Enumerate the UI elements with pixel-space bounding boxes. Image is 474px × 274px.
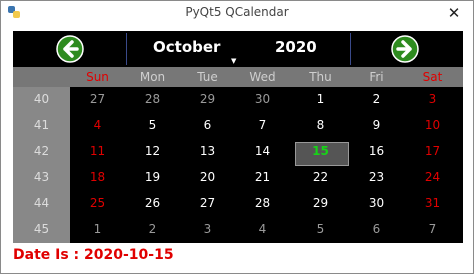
day-cell-outside-month[interactable]: 5	[293, 222, 348, 236]
main-window: PyQt5 QCalendar ✕ October ▼ 2020 Sun Mon T…	[0, 0, 474, 274]
year-selector[interactable]: 2020	[275, 38, 317, 56]
day-cell[interactable]: 8	[293, 118, 348, 132]
left-arrow-icon[interactable]	[56, 35, 84, 63]
month-selector[interactable]: October	[153, 38, 220, 56]
day-cell[interactable]: 27	[180, 196, 235, 210]
day-cell[interactable]: 26	[125, 196, 180, 210]
day-cell[interactable]: 19	[125, 170, 180, 184]
day-cell[interactable]: 18	[70, 170, 125, 184]
day-cell-outside-month[interactable]: 2	[125, 222, 180, 236]
week-number: 45	[33, 222, 50, 236]
day-cell-outside-month[interactable]: 30	[235, 92, 290, 106]
day-cell[interactable]: 17	[405, 144, 460, 158]
day-cell[interactable]: 21	[235, 170, 290, 184]
weekday-label: Tue	[197, 70, 218, 84]
chevron-down-icon[interactable]: ▼	[231, 57, 236, 65]
day-cell[interactable]: 10	[405, 118, 460, 132]
day-cell[interactable]: 29	[293, 196, 348, 210]
week-number: 43	[33, 170, 50, 184]
day-cell-outside-month[interactable]: 27	[70, 92, 125, 106]
date-label: Date Is : 2020-10-15	[13, 247, 174, 263]
week-number: 41	[33, 118, 50, 132]
day-cell[interactable]: 13	[180, 144, 235, 158]
right-arrow-icon[interactable]	[391, 35, 419, 63]
day-cell[interactable]: 23	[349, 170, 404, 184]
day-cell[interactable]: 14	[235, 144, 290, 158]
calendar-widget[interactable]: October ▼ 2020 Sun Mon Tue Wed Thu Fri Sat 40 41…	[13, 31, 463, 243]
day-cell[interactable]: 16	[349, 144, 404, 158]
day-cell[interactable]: 25	[70, 196, 125, 210]
week-number: 44	[33, 196, 50, 210]
week-number: 40	[33, 92, 50, 106]
day-cell[interactable]: 30	[349, 196, 404, 210]
day-cell[interactable]: 6	[180, 118, 235, 132]
day-cell-outside-month[interactable]: 4	[235, 222, 290, 236]
day-cell-outside-month[interactable]: 6	[349, 222, 404, 236]
day-cell-outside-month[interactable]: 3	[180, 222, 235, 236]
weekday-label: Thu	[309, 70, 332, 84]
day-cell[interactable]: 4	[70, 118, 125, 132]
week-number: 42	[33, 144, 50, 158]
week-number-column	[13, 87, 70, 243]
nav-separator	[126, 33, 127, 65]
close-button[interactable]: ✕	[435, 1, 473, 25]
day-cell[interactable]: 1	[293, 92, 348, 106]
weekday-label: Wed	[249, 70, 276, 84]
day-cell[interactable]: 3	[405, 92, 460, 106]
day-cell[interactable]: 28	[235, 196, 290, 210]
weekday-label: Fri	[369, 70, 384, 84]
window-title: PyQt5 QCalendar	[185, 5, 289, 19]
calendar-nav-bar: October ▼ 2020	[13, 31, 463, 67]
day-cell[interactable]: 5	[125, 118, 180, 132]
day-cell-outside-month[interactable]: 28	[125, 92, 180, 106]
day-cell[interactable]: 2	[349, 92, 404, 106]
weekday-label: Sat	[422, 70, 443, 84]
day-cell[interactable]: 9	[349, 118, 404, 132]
title-bar[interactable]: PyQt5 QCalendar ✕	[1, 1, 473, 25]
day-cell[interactable]: 20	[180, 170, 235, 184]
day-cell-outside-month[interactable]: 7	[405, 222, 460, 236]
day-cell[interactable]: 31	[405, 196, 460, 210]
day-cell[interactable]: 11	[70, 144, 125, 158]
day-cell[interactable]: 24	[405, 170, 460, 184]
day-cell-outside-month[interactable]: 29	[180, 92, 235, 106]
day-cell-selected[interactable]: 15	[293, 144, 348, 158]
nav-separator	[350, 33, 351, 65]
day-cell[interactable]: 7	[235, 118, 290, 132]
weekday-label: Mon	[139, 70, 166, 84]
weekday-label: Sun	[86, 70, 109, 84]
day-cell[interactable]: 12	[125, 144, 180, 158]
day-cell-outside-month[interactable]: 1	[70, 222, 125, 236]
day-cell[interactable]: 22	[293, 170, 348, 184]
